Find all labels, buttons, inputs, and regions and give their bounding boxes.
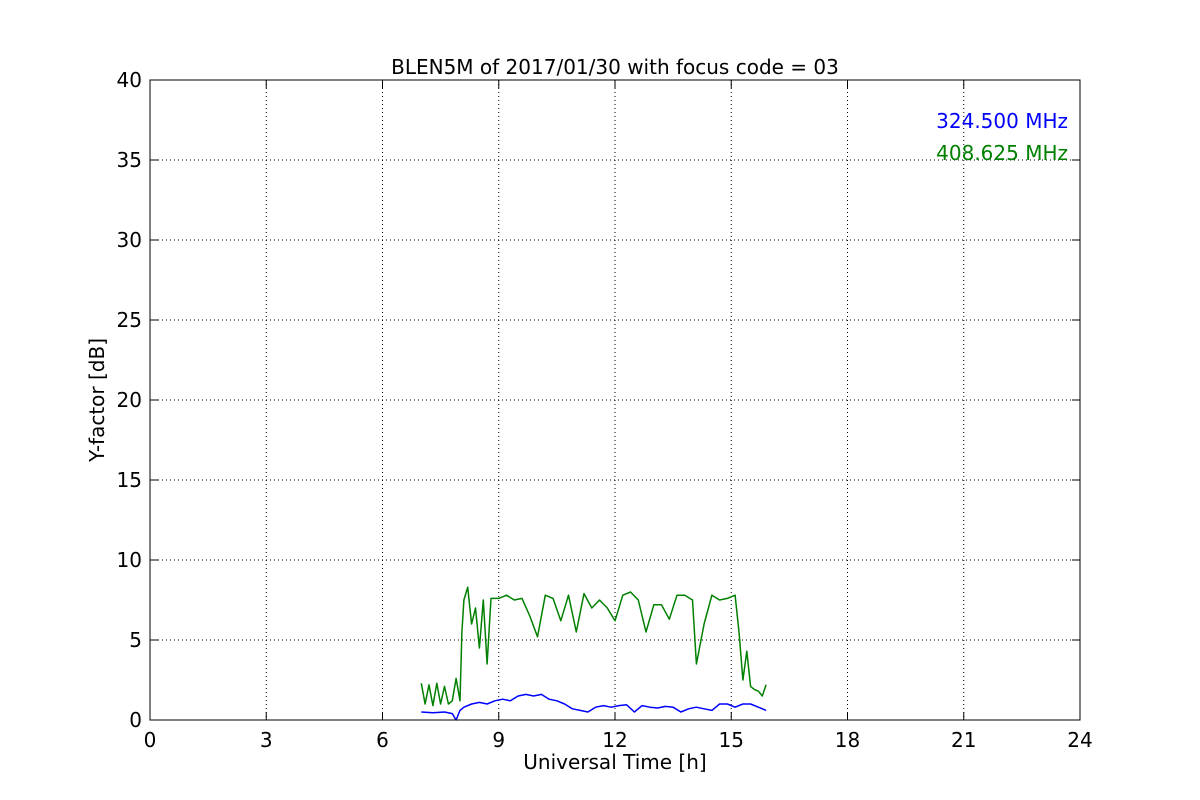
series-layer: [420, 586, 767, 721]
y-tick-label: 20: [117, 388, 142, 412]
y-tick-label: 35: [117, 148, 142, 172]
x-tick-label: 18: [835, 728, 860, 752]
x-tick-label: 21: [951, 728, 976, 752]
y-tick-label: 30: [117, 228, 142, 252]
tick-labels: 0 3 6 9 12 15 18 21 24 0 5 10 15 20 25 30 35 40: [117, 68, 1093, 752]
chart-title: BLEN5M of 2017/01/30 with focus code = 0…: [391, 55, 839, 79]
x-tick-label: 9: [492, 728, 505, 752]
grid: [150, 80, 1080, 720]
y-tick-label: 0: [129, 708, 142, 732]
chart: BLEN5M of 2017/01/30 with focus code = 0…: [85, 55, 1093, 774]
y-axis-label: Y-factor [dB]: [85, 338, 109, 463]
x-tick-label: 12: [602, 728, 627, 752]
x-tick-label: 24: [1067, 728, 1092, 752]
x-tick-label: 6: [376, 728, 389, 752]
x-axis-label: Universal Time [h]: [523, 750, 706, 774]
legend-entry-2: 408.625 MHz: [936, 141, 1068, 165]
y-tick-label: 40: [117, 68, 142, 92]
y-tick-label: 25: [117, 308, 142, 332]
legend-entry-1: 324.500 MHz: [936, 109, 1068, 133]
x-tick-label: 0: [144, 728, 157, 752]
series-line-2: [420, 586, 767, 707]
x-tick-label: 3: [260, 728, 273, 752]
y-tick-label: 5: [129, 628, 142, 652]
series-line-1: [421, 693, 767, 721]
legend: 324.500 MHz 408.625 MHz: [936, 109, 1068, 165]
y-tick-label: 10: [117, 548, 142, 572]
y-tick-label: 15: [117, 468, 142, 492]
x-tick-label: 15: [719, 728, 744, 752]
